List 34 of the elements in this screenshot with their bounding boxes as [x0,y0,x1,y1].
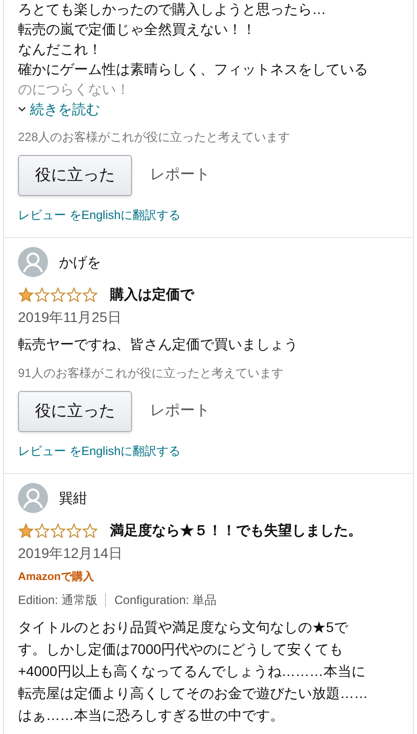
reviewer-name: 巽紺 [59,488,87,508]
variant-label: Edition: 通常版 [18,592,98,608]
translate-link[interactable]: レビュー をEnglishに翻訳する [18,207,399,223]
helpful-count: 91人のお客様がこれが役に立ったと考えています [18,365,284,381]
review-title: 満足度なら★５！！でも失望しました。 [110,521,362,540]
review-text: 転売の嵐で定価じゃ全然買えない！！ [18,20,257,39]
review-text: なんだこれ！ [18,40,103,59]
avatar-icon [18,483,48,513]
review-text: タイトルのとおり品質や満足度なら文句なしの★5で [18,618,350,637]
helpful-button[interactable]: 役に立った [18,155,132,196]
translate-link[interactable]: レビュー をEnglishに翻訳する [18,443,399,459]
helpful-count: 228人のお客様がこれが役に立ったと考えています [18,129,292,145]
review-text: 確かにゲーム性は素晴らしく、フィットネスをしている [18,60,369,79]
review-text: のにつらくない！ [18,80,131,99]
variant-label: Configuration: 単品 [114,592,216,608]
review-text: +4000円以上も高くなってるんでしょうね………本当に [18,662,366,681]
review-text: はぁ……本当に恐ろしすぎる世の中です。 [18,706,285,725]
chevron-down-icon [18,105,26,113]
review-date: 2019年11月25日 [18,308,122,327]
report-link[interactable]: レポート [150,400,210,423]
report-link[interactable]: レポート [150,164,210,187]
review-text: す。しかし定価は7000円代やのにどうして安くても [18,640,344,659]
review-title: 購入は定価で [110,285,194,304]
avatar-icon [18,247,48,277]
filled-star-icon [18,286,34,302]
review-text: 転売ヤーですね、皆さん定価で買いましょう [18,335,299,354]
review-text: ろとても楽しかったので購入しようと思ったら… [18,0,327,19]
read-more-link[interactable]: 続きを読む [18,99,399,119]
helpful-button[interactable]: 役に立った [18,391,132,432]
filled-star-icon [18,522,34,538]
review-date: 2019年12月14日 [18,544,124,563]
reviewer-name: かげを [59,252,101,272]
verified-purchase-label: Amazonで購入 [18,570,95,585]
review-text: 転売屋は定価より高くしてそのお金で遊びたい放題…… [18,684,369,703]
